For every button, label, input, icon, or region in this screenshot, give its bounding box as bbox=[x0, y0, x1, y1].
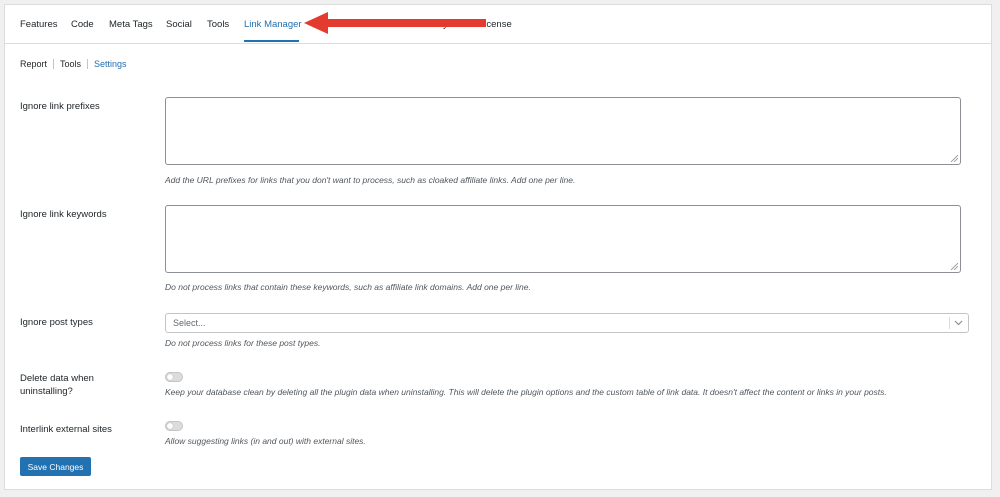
settings-panel: Features Code Meta Tags Social Tools Lin… bbox=[4, 4, 992, 490]
toggle-knob bbox=[167, 423, 173, 429]
delete-data-toggle[interactable] bbox=[165, 372, 183, 382]
interlink-external-description: Allow suggesting links (in and out) with… bbox=[165, 436, 366, 446]
save-changes-button[interactable]: Save Changes bbox=[20, 457, 91, 476]
interlink-external-toggle[interactable] bbox=[165, 421, 183, 431]
subnav-settings[interactable]: Settings bbox=[94, 59, 127, 69]
active-tab-indicator bbox=[244, 40, 299, 42]
ignore-post-types-description: Do not process links for these post type… bbox=[165, 338, 321, 348]
chevron-down-icon[interactable] bbox=[954, 318, 963, 327]
tab-meta-tags[interactable]: Meta Tags bbox=[109, 19, 153, 30]
subnav-separator bbox=[87, 59, 89, 69]
post-types-placeholder: Select... bbox=[173, 318, 206, 328]
ignore-keywords-label: Ignore link keywords bbox=[20, 209, 107, 220]
ignore-post-types-label: Ignore post types bbox=[20, 317, 93, 328]
main-tabs: Features Code Meta Tags Social Tools Lin… bbox=[5, 5, 991, 44]
ignore-keywords-description: Do not process links that contain these … bbox=[165, 282, 531, 292]
subnav-tools[interactable]: Tools bbox=[60, 59, 81, 69]
tab-social[interactable]: Social bbox=[166, 19, 192, 30]
ignore-keywords-textarea[interactable] bbox=[165, 205, 961, 273]
post-types-select[interactable]: Select... bbox=[165, 313, 969, 333]
tab-link-manager[interactable]: Link Manager bbox=[244, 19, 302, 30]
interlink-external-label: Interlink external sites bbox=[20, 424, 112, 435]
subnav-report[interactable]: Report bbox=[20, 59, 47, 69]
subnav-separator bbox=[53, 59, 55, 69]
ignore-prefixes-description: Add the URL prefixes for links that you … bbox=[165, 175, 576, 185]
toggle-knob bbox=[167, 374, 173, 380]
delete-data-label: Delete data when uninstalling? bbox=[20, 373, 94, 397]
tab-features[interactable]: Features bbox=[20, 19, 58, 30]
resize-grip-icon[interactable] bbox=[951, 155, 958, 162]
ignore-prefixes-textarea[interactable] bbox=[165, 97, 961, 165]
annotation-arrow-icon bbox=[304, 12, 486, 34]
tab-code[interactable]: Code bbox=[71, 19, 94, 30]
tab-tools[interactable]: Tools bbox=[207, 19, 229, 30]
resize-grip-icon[interactable] bbox=[951, 263, 958, 270]
delete-data-description: Keep your database clean by deleting all… bbox=[165, 387, 887, 397]
ignore-prefixes-label: Ignore link prefixes bbox=[20, 101, 100, 112]
sub-navigation: Report Tools Settings bbox=[20, 59, 127, 69]
select-divider bbox=[949, 317, 950, 329]
